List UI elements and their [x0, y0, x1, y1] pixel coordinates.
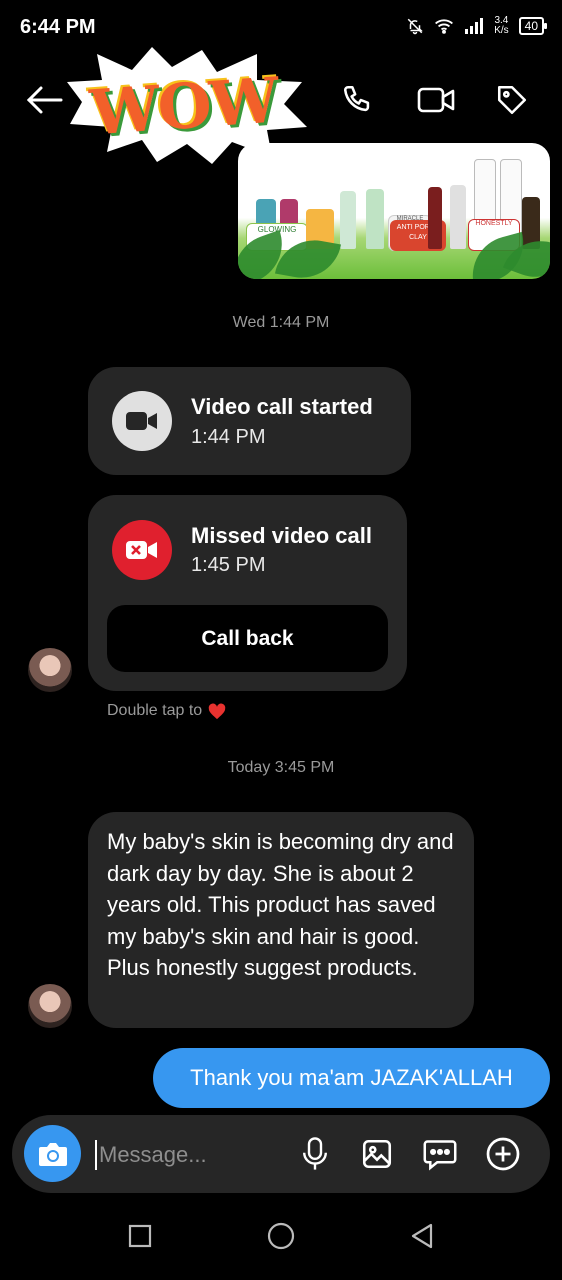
- status-time: 6:44 PM: [20, 16, 96, 38]
- video-call-started-bubble[interactable]: Video call started 1:44 PM: [88, 367, 411, 475]
- microphone-icon[interactable]: [295, 1134, 335, 1174]
- home-nav-icon[interactable]: [261, 1216, 301, 1256]
- wifi-icon: [435, 19, 454, 34]
- contact-avatar[interactable]: [28, 648, 72, 692]
- contact-avatar[interactable]: [28, 984, 72, 1028]
- tag-icon[interactable]: [492, 80, 532, 120]
- back-arrow-icon[interactable]: [24, 80, 64, 120]
- recents-nav-icon[interactable]: [120, 1216, 160, 1256]
- camera-icon: [38, 1142, 67, 1166]
- camera-button[interactable]: [24, 1125, 81, 1182]
- received-message-text: My baby's skin is becoming dry and dark …: [107, 829, 454, 980]
- network-speed: 3.4 K/s: [494, 16, 508, 36]
- timestamp-wed: Wed 1:44 PM: [232, 314, 330, 331]
- missed-call-time: 1:45 PM: [191, 554, 266, 576]
- double-tap-text: Double tap to: [107, 702, 203, 719]
- message-composer: [12, 1115, 550, 1193]
- battery-indicator: 40: [518, 17, 548, 35]
- add-icon[interactable]: [483, 1134, 523, 1174]
- mute-bell-icon: [407, 18, 423, 35]
- received-message-bubble[interactable]: My baby's skin is becoming dry and dark …: [88, 812, 474, 1028]
- sticker-chat-icon[interactable]: [420, 1134, 460, 1174]
- missed-video-call-icon: [112, 520, 172, 580]
- product-image[interactable]: GLOWING MIRACLE CREAM ANTI PORES CLAY HO…: [238, 143, 550, 279]
- sent-message-bubble[interactable]: Thank you ma'am JAZAK'ALLAH: [153, 1048, 550, 1108]
- back-nav-icon[interactable]: [402, 1216, 442, 1256]
- video-call-title: Video call started: [191, 394, 373, 419]
- missed-call-title: Missed video call: [191, 523, 372, 548]
- video-camera-icon[interactable]: [416, 80, 456, 120]
- gallery-icon[interactable]: [357, 1134, 397, 1174]
- heart-icon: [208, 703, 226, 720]
- call-back-button[interactable]: Call back: [107, 605, 388, 672]
- signal-icon: [465, 18, 484, 34]
- wow-sticker-text: WOW: [87, 63, 280, 150]
- video-call-time: 1:44 PM: [191, 426, 266, 448]
- double-tap-hint: Double tap to: [107, 702, 227, 720]
- status-icons: 3.4 K/s 40: [406, 16, 548, 36]
- video-call-icon: [112, 391, 172, 451]
- message-input[interactable]: Message...: [95, 1140, 207, 1170]
- phone-icon[interactable]: [338, 80, 378, 120]
- timestamp-today: Today 3:45 PM: [227, 759, 335, 776]
- network-speed-unit: K/s: [494, 25, 509, 36]
